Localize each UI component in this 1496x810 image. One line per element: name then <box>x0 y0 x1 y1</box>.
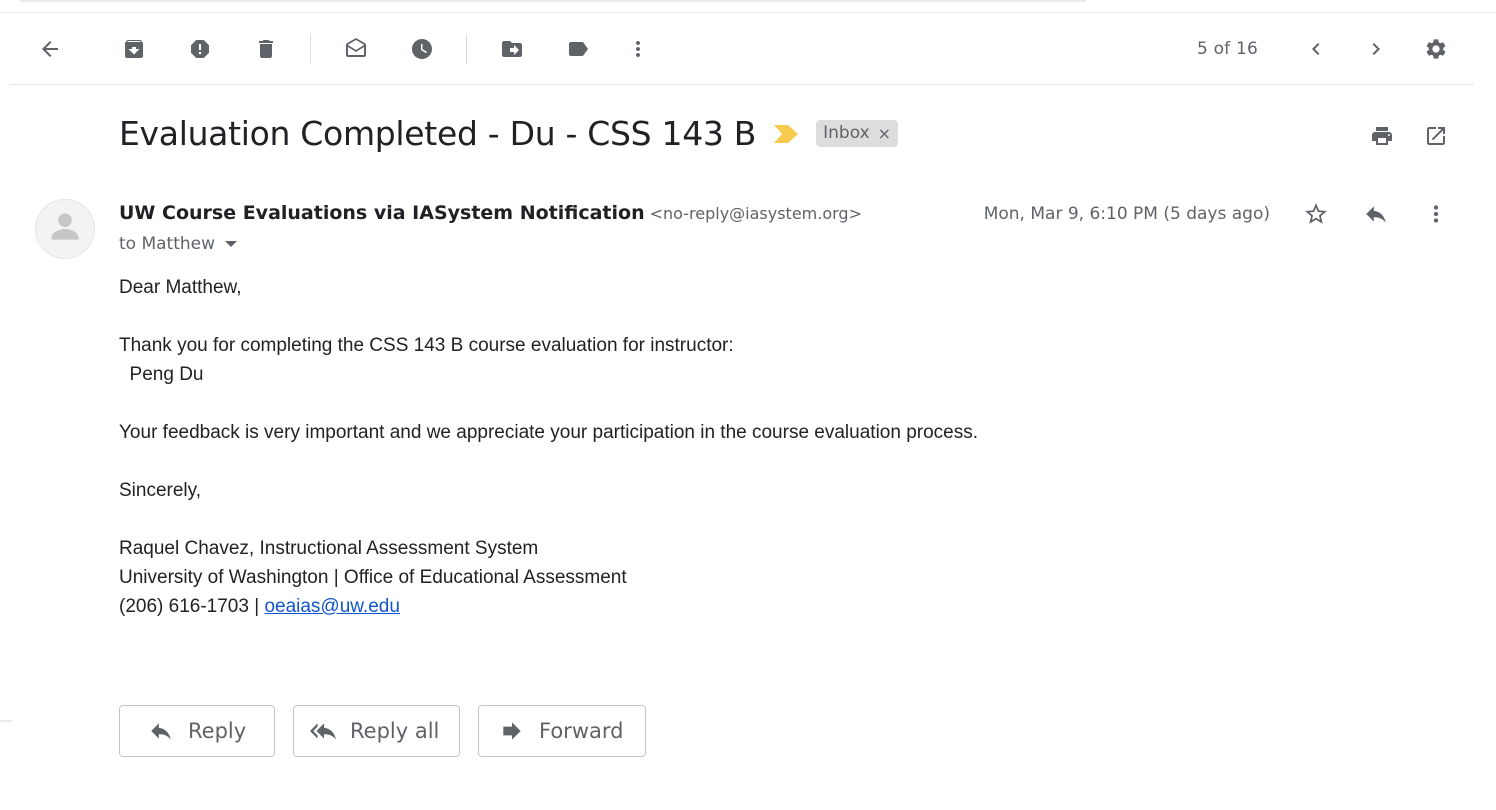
email-subject: Evaluation Completed - Du - CSS 143 B <box>119 114 757 153</box>
move-to-icon[interactable] <box>492 29 532 69</box>
snooze-icon[interactable] <box>402 29 442 69</box>
label-chip-inbox: Inbox × <box>816 120 899 147</box>
chevron-right-icon[interactable] <box>1356 29 1396 69</box>
body-greeting: Dear Matthew, <box>119 277 242 298</box>
forward-button[interactable]: Forward <box>478 705 646 757</box>
sender-email: <no-reply@iasystem.org> <box>649 204 862 223</box>
reply-button-label: Reply <box>188 719 247 743</box>
subject-row: Evaluation Completed - Du - CSS 143 B In… <box>119 114 899 153</box>
print-icon[interactable] <box>1362 116 1402 156</box>
body-line-feedback: Your feedback is very important and we a… <box>119 422 979 443</box>
star-icon[interactable] <box>1296 194 1336 234</box>
open-in-new-window-icon[interactable] <box>1416 116 1456 156</box>
label-icon[interactable] <box>558 29 598 69</box>
label-chip-text: Inbox <box>823 123 870 143</box>
settings-gear-icon[interactable] <box>1416 29 1456 69</box>
email-body: Dear Matthew, Thank you for completing t… <box>119 273 978 621</box>
toolbar-separator <box>310 34 311 64</box>
mark-unread-icon[interactable] <box>336 29 376 69</box>
reply-all-button[interactable]: Reply all <box>293 705 460 757</box>
report-spam-icon[interactable] <box>180 29 220 69</box>
delete-icon[interactable] <box>246 29 286 69</box>
sender-avatar[interactable] <box>35 199 95 259</box>
pagination-count: 5 of 16 <box>1196 39 1258 59</box>
show-details-caret-icon[interactable] <box>225 241 238 247</box>
reply-button[interactable]: Reply <box>119 705 275 757</box>
email-date: Mon, Mar 9, 6:10 PM (5 days ago) <box>983 204 1270 224</box>
sender-line: UW Course Evaluations via IASystem Notif… <box>119 202 862 224</box>
forward-button-label: Forward <box>539 719 624 743</box>
recipient-text: to Matthew <box>119 234 216 254</box>
recipient-line: to Matthew <box>119 234 238 254</box>
body-closing: Sincerely, <box>119 480 202 501</box>
message-more-vert-icon[interactable] <box>1416 194 1456 234</box>
default-person-icon <box>51 213 79 240</box>
body-instructor-name: Peng Du <box>119 364 204 385</box>
more-vert-icon[interactable] <box>618 29 658 69</box>
message-toolbar: 5 of 16 <box>10 13 1474 85</box>
top-search-bar-edge <box>20 0 1086 2</box>
reply-all-icon <box>310 723 336 740</box>
reply-all-button-label: Reply all <box>350 719 440 743</box>
signature-org: University of Washington | Office of Edu… <box>119 567 627 588</box>
signature-email-link[interactable]: oeaias@uw.edu <box>264 596 400 617</box>
signature-contact: (206) 616-1703 | oeaias@uw.edu <box>119 592 978 621</box>
importance-marker-icon[interactable] <box>774 124 799 143</box>
remove-label-icon[interactable]: × <box>878 124 891 143</box>
chevron-left-icon[interactable] <box>1296 29 1336 69</box>
toolbar-separator <box>466 34 467 64</box>
back-arrow-icon[interactable] <box>30 29 70 69</box>
sender-name[interactable]: UW Course Evaluations via IASystem Notif… <box>119 202 645 224</box>
signature-phone: (206) 616-1703 | <box>119 596 265 617</box>
reply-icon <box>151 723 171 740</box>
reply-icon[interactable] <box>1356 194 1396 234</box>
archive-icon[interactable] <box>114 29 154 69</box>
body-line-thanks: Thank you for completing the CSS 143 B c… <box>119 335 734 356</box>
forward-icon <box>503 722 521 740</box>
signature-name: Raquel Chavez, Instructional Assessment … <box>119 538 539 559</box>
left-edge-mark <box>0 720 12 722</box>
